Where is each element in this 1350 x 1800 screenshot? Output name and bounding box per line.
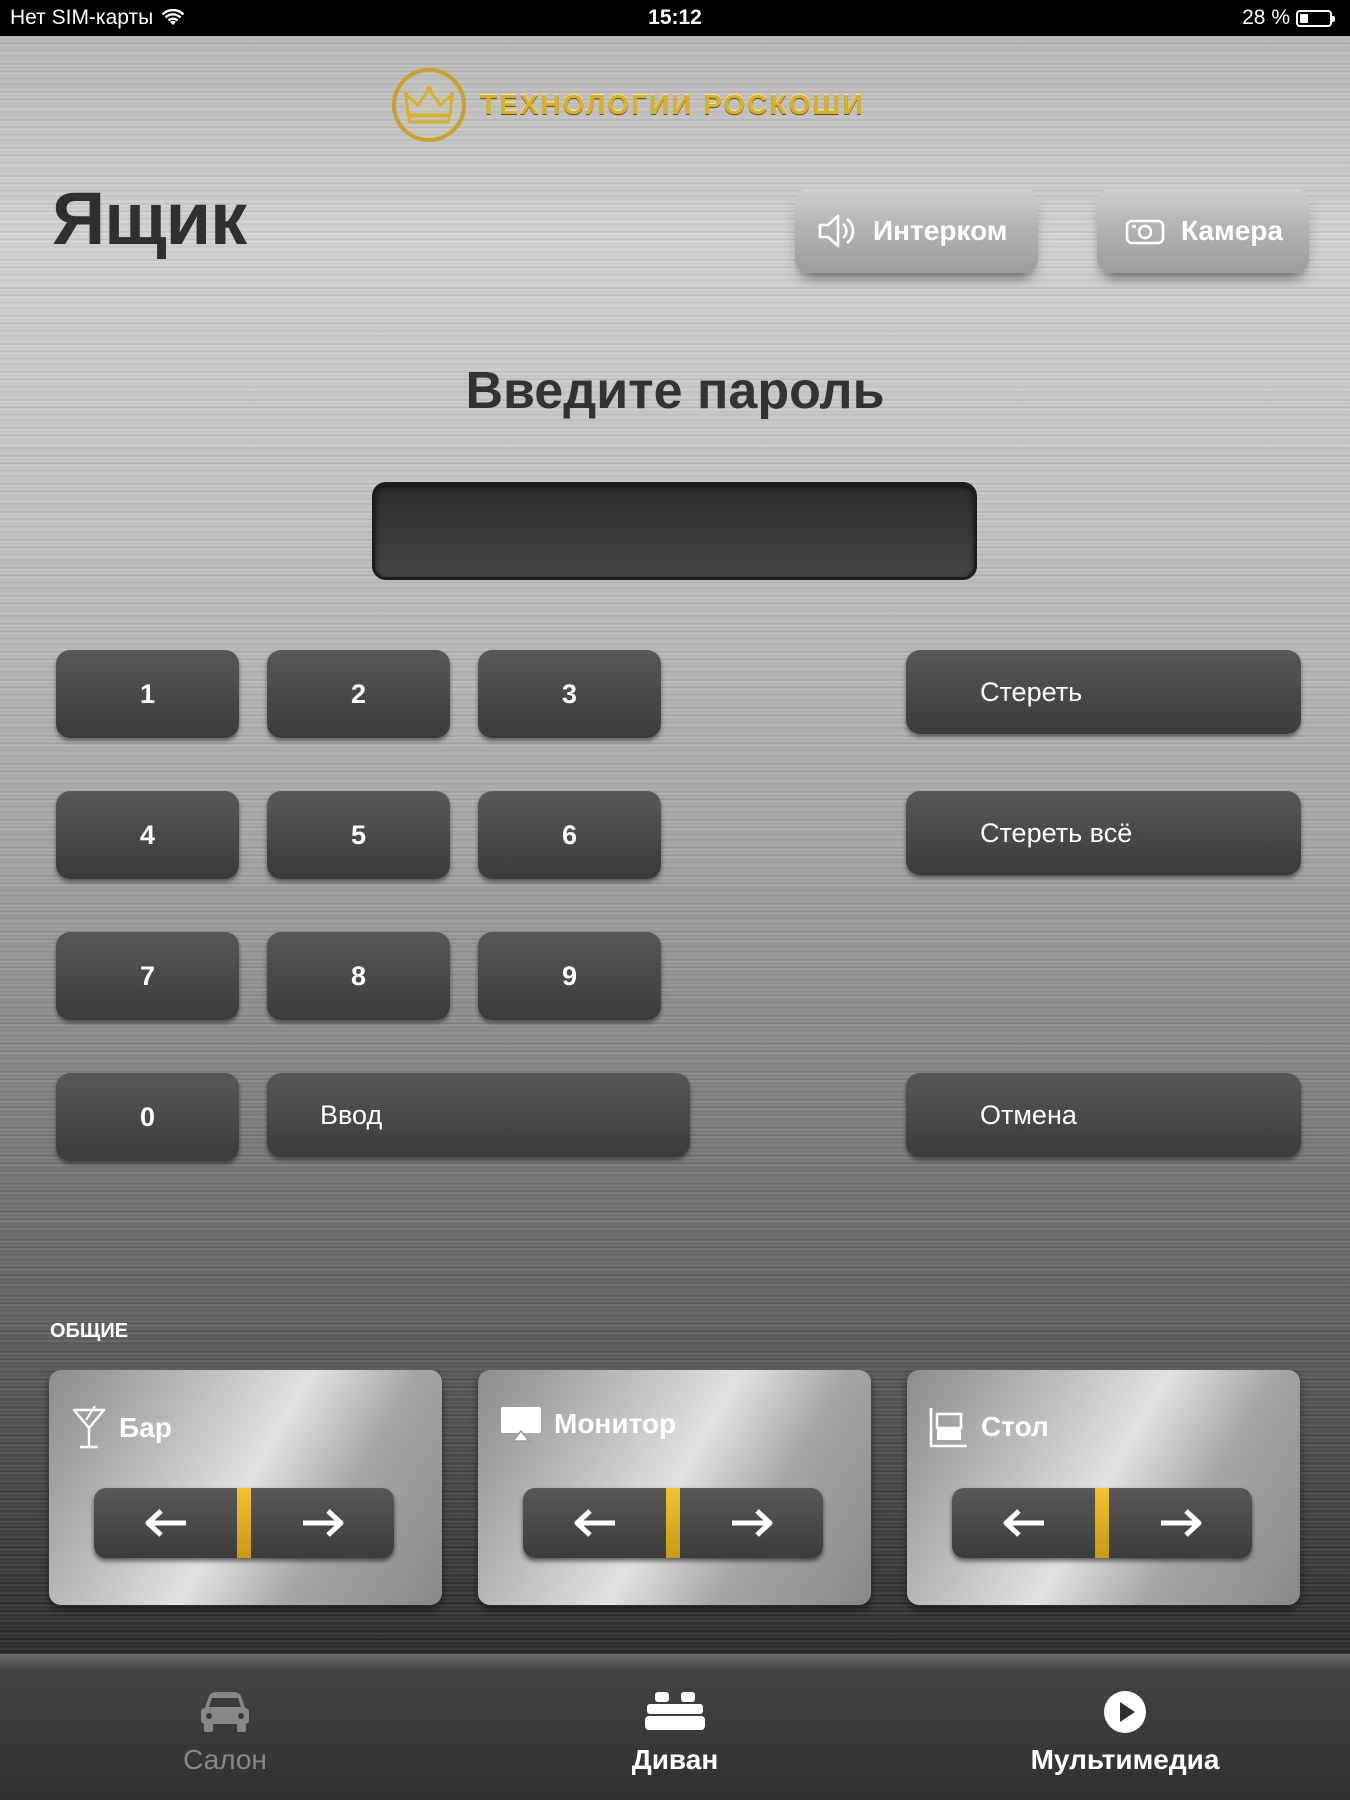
logo-text: ТЕХНОЛОГИИ РОСКОШИ [480, 89, 865, 120]
tab-multimedia-label: Мультимедиа [1030, 1744, 1220, 1775]
monitor-icon [501, 1407, 541, 1442]
key-8[interactable]: 8 [267, 932, 450, 1020]
camera-label: Камера [1181, 215, 1283, 246]
main-panel: ТЕХНОЛОГИИ РОСКОШИ Ящик Интерком Камера … [0, 36, 1350, 1654]
key-1[interactable]: 1 [56, 650, 239, 738]
password-prompt: Введите пароль [465, 362, 885, 420]
monitor-control [523, 1488, 823, 1558]
key-4[interactable]: 4 [56, 791, 239, 879]
battery-status: 28 % [1242, 6, 1335, 30]
tab-divan-label: Диван [631, 1744, 719, 1775]
card-monitor-label: Монитор [554, 1408, 677, 1439]
key-7[interactable]: 7 [56, 932, 239, 1020]
card-table-label: Стол [981, 1411, 1049, 1442]
enter-button[interactable]: Ввод [267, 1073, 690, 1157]
battery-percent: 28 % [1242, 6, 1290, 29]
arrow-left-icon [574, 1509, 615, 1537]
arrow-right-icon [302, 1509, 343, 1537]
tab-divan[interactable]: Диван [610, 1690, 740, 1776]
speaker-icon [818, 214, 855, 248]
crown-logo-icon [392, 68, 466, 142]
cocktail-icon [72, 1406, 106, 1449]
bar-control [94, 1488, 394, 1558]
battery-icon [1296, 9, 1335, 27]
card-monitor: Монитор [478, 1370, 871, 1605]
monitor-right-button[interactable] [680, 1488, 823, 1558]
clock: 15:12 [648, 6, 702, 29]
car-icon [201, 1692, 249, 1732]
intercom-button[interactable]: Интерком [795, 189, 1038, 273]
table-left-button[interactable] [952, 1488, 1095, 1558]
tab-multimedia[interactable]: Мультимедиа [1025, 1690, 1225, 1776]
key-5[interactable]: 5 [267, 791, 450, 879]
key-2[interactable]: 2 [267, 650, 450, 738]
bar-left-button[interactable] [94, 1488, 237, 1558]
sofa-icon [645, 1692, 705, 1730]
intercom-label: Интерком [873, 215, 1008, 246]
key-6[interactable]: 6 [478, 791, 661, 879]
card-monitor-header: Монитор [500, 1406, 676, 1442]
card-table: Стол [907, 1370, 1300, 1605]
brand-logo: ТЕХНОЛОГИИ РОСКОШИ [392, 68, 865, 142]
cancel-button[interactable]: Отмена [906, 1073, 1301, 1157]
key-3[interactable]: 3 [478, 650, 661, 738]
monitor-left-button[interactable] [523, 1488, 666, 1558]
erase-button[interactable]: Стереть [906, 650, 1301, 734]
section-label-general: ОБЩИЕ [50, 1320, 129, 1342]
key-9[interactable]: 9 [478, 932, 661, 1020]
key-0[interactable]: 0 [56, 1073, 239, 1161]
table-right-button[interactable] [1109, 1488, 1252, 1558]
table-control [952, 1488, 1252, 1558]
card-bar-label: Бар [119, 1412, 172, 1443]
table-divider [1095, 1488, 1109, 1558]
play-icon [1104, 1691, 1146, 1733]
status-bar: Нет SIM-карты 15:12 28 % [0, 0, 1350, 36]
battery-fill [1300, 13, 1308, 23]
tab-salon-label: Салон [183, 1744, 267, 1775]
card-bar: Бар [49, 1370, 442, 1605]
monitor-divider [666, 1488, 680, 1558]
password-field[interactable] [372, 482, 977, 580]
camera-icon [1125, 219, 1165, 245]
table-icon [929, 1408, 967, 1448]
card-bar-header: Бар [71, 1406, 172, 1450]
bar-divider [237, 1488, 251, 1558]
camera-button[interactable]: Камера [1097, 189, 1309, 273]
tab-salon[interactable]: Салон [155, 1690, 295, 1776]
erase-all-button[interactable]: Стереть всё [906, 791, 1301, 875]
tab-bar: Салон Диван Мультимедиа [0, 1654, 1350, 1800]
arrow-left-icon [1003, 1509, 1044, 1537]
arrow-right-icon [1160, 1509, 1201, 1537]
card-table-header: Стол [929, 1406, 1049, 1448]
bar-right-button[interactable] [251, 1488, 394, 1558]
arrow-right-icon [731, 1509, 772, 1537]
page-title: Ящик [52, 177, 247, 260]
arrow-left-icon [145, 1509, 186, 1537]
